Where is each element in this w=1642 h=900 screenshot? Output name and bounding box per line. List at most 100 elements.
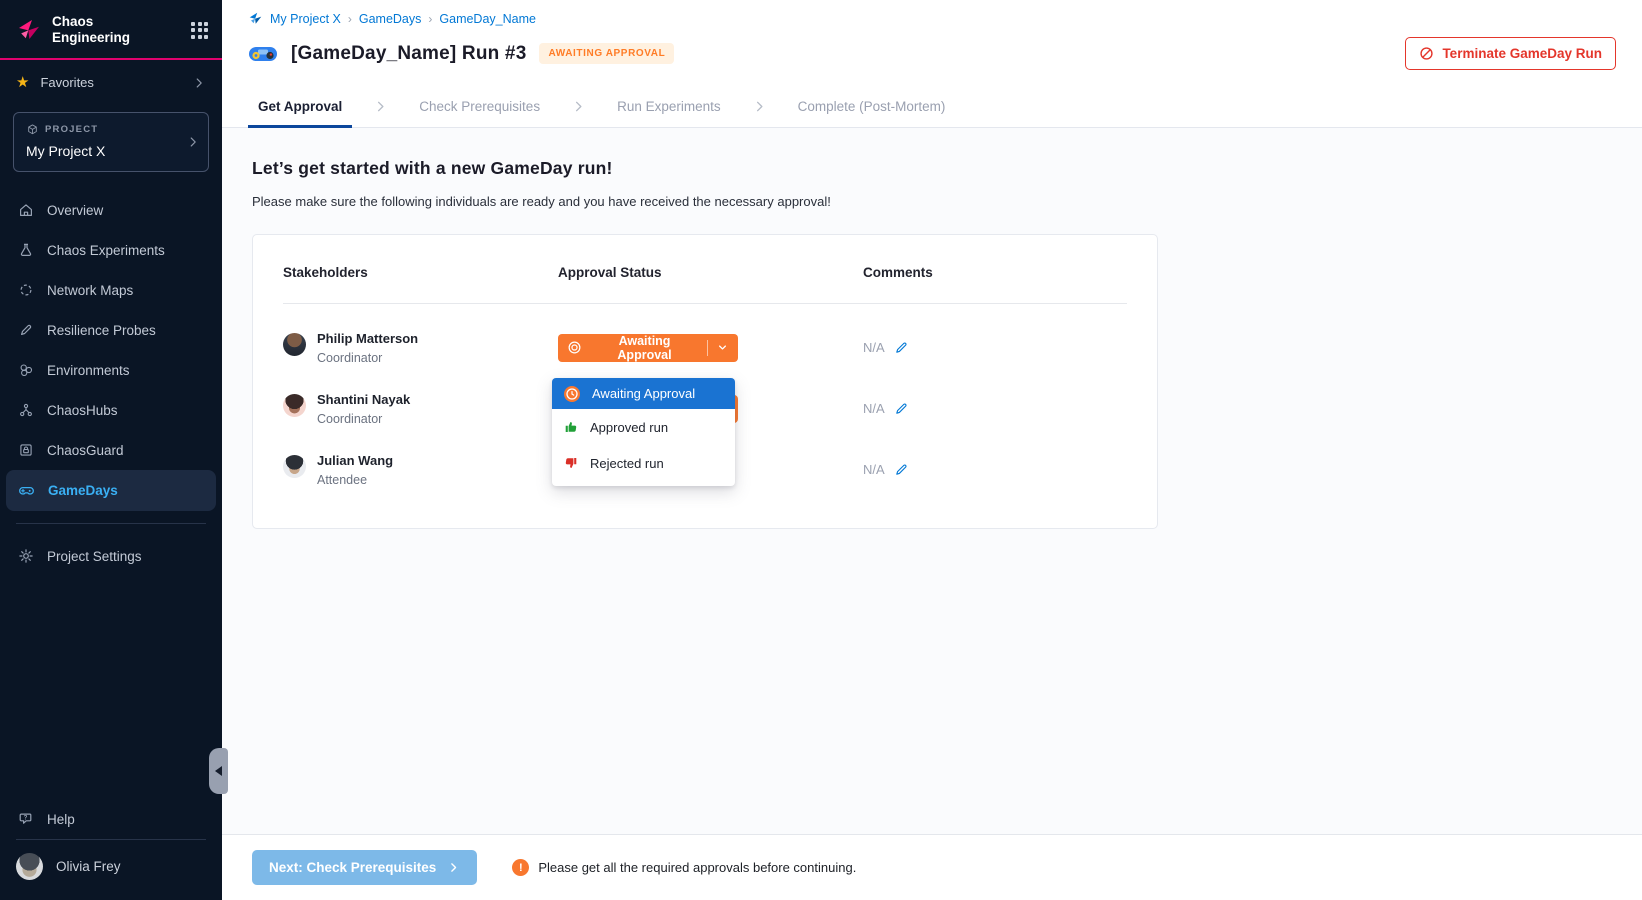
gear-icon	[18, 548, 34, 564]
sidebar-item-environments[interactable]: Environments	[0, 350, 222, 390]
tab-run-experiments[interactable]: Run Experiments	[607, 85, 731, 127]
chaos-logo-small-icon	[248, 11, 263, 26]
approvals-warning: ! Please get all the required approvals …	[512, 859, 856, 876]
app-switcher-grid-icon[interactable]	[191, 22, 208, 39]
collapse-left-icon	[215, 766, 222, 776]
project-name: My Project X	[26, 143, 196, 159]
comment-value: N/A	[863, 462, 885, 477]
terminate-gameday-button[interactable]: Terminate GameDay Run	[1405, 37, 1616, 70]
column-header-approval-status: Approval Status	[558, 265, 863, 280]
probe-icon	[18, 322, 34, 338]
chevron-right-icon	[571, 99, 586, 114]
chevron-right-icon	[192, 76, 206, 90]
sidebar-item-help[interactable]: ? Help	[0, 799, 222, 839]
page-title: [GameDay_Name] Run #3	[291, 43, 526, 65]
chevron-right-icon	[447, 861, 460, 874]
thumbs-up-icon	[563, 419, 579, 435]
approval-status-dropdown-button[interactable]: Awaiting Approval	[558, 334, 738, 362]
awaiting-clock-icon	[567, 340, 582, 355]
page-header: My Project X › GameDays › GameDay_Name […	[222, 0, 1642, 85]
sidebar-item-overview[interactable]: Overview	[0, 190, 222, 230]
divider	[707, 340, 708, 356]
chevron-right-icon: ›	[348, 12, 352, 26]
avatar	[283, 455, 306, 478]
avatar	[283, 333, 306, 356]
divider	[283, 303, 1127, 304]
user-menu[interactable]: Olivia Frey	[0, 840, 222, 900]
home-icon	[18, 202, 34, 218]
flask-icon	[18, 242, 34, 258]
brand-name: Chaos Engineering	[52, 14, 130, 46]
sidebar-collapse-handle[interactable]	[209, 748, 228, 794]
edit-comment-pencil-icon[interactable]	[894, 401, 909, 416]
stakeholder-name: Philip Matterson	[317, 331, 418, 346]
content-subheading: Please make sure the following individua…	[252, 194, 1612, 209]
chevron-right-icon	[186, 135, 200, 149]
stakeholder-role: Attendee	[317, 473, 393, 487]
favorites-label: Favorites	[40, 75, 93, 90]
gamepad-title-icon	[248, 43, 278, 65]
sidebar: Chaos Engineering ★ Favorites PROJECT My…	[0, 0, 222, 900]
chevron-right-icon	[752, 99, 767, 114]
tab-get-approval[interactable]: Get Approval	[248, 85, 352, 127]
stakeholder-name: Shantini Nayak	[317, 392, 410, 407]
main-area: My Project X › GameDays › GameDay_Name […	[222, 0, 1642, 900]
project-label: PROJECT	[45, 124, 98, 135]
svg-text:?: ?	[24, 815, 28, 822]
help-chat-icon: ?	[18, 811, 34, 827]
chevron-right-icon	[373, 99, 388, 114]
sidebar-item-chaoshubs[interactable]: ChaosHubs	[0, 390, 222, 430]
warning-icon: !	[512, 859, 529, 876]
sidebar-item-network-maps[interactable]: Network Maps	[0, 270, 222, 310]
sidebar-item-resilience-probes[interactable]: Resilience Probes	[0, 310, 222, 350]
breadcrumb-gamedays-link[interactable]: GameDays	[359, 12, 422, 26]
status-badge: AWAITING APPROVAL	[539, 43, 674, 64]
stakeholder-role: Coordinator	[317, 412, 410, 426]
stakeholder-role: Coordinator	[317, 351, 418, 365]
sidebar-item-gamedays[interactable]: GameDays	[6, 470, 216, 511]
divider	[16, 523, 206, 524]
sidebar-item-chaos-experiments[interactable]: Chaos Experiments	[0, 230, 222, 270]
warning-text: Please get all the required approvals be…	[538, 860, 856, 875]
sidebar-item-favorites[interactable]: ★ Favorites	[0, 60, 222, 105]
brand: Chaos Engineering	[0, 0, 222, 58]
user-name: Olivia Frey	[56, 859, 121, 874]
network-map-icon	[18, 282, 34, 298]
column-header-stakeholders: Stakeholders	[283, 265, 558, 280]
breadcrumb: My Project X › GameDays › GameDay_Name	[248, 11, 1616, 26]
breadcrumb-gameday-name-link[interactable]: GameDay_Name	[439, 12, 536, 26]
cube-icon	[26, 123, 39, 136]
table-row: Philip Matterson Coordinator Awaiting Ap…	[283, 317, 1127, 378]
chevron-right-icon: ›	[428, 12, 432, 26]
edit-comment-pencil-icon[interactable]	[894, 340, 909, 355]
stakeholder-name: Julian Wang	[317, 453, 393, 468]
chevron-down-icon	[716, 341, 729, 354]
sidebar-item-project-settings[interactable]: Project Settings	[0, 536, 222, 576]
tab-check-prerequisites[interactable]: Check Prerequisites	[409, 85, 550, 127]
comment-value: N/A	[863, 340, 885, 355]
comment-value: N/A	[863, 401, 885, 416]
star-icon: ★	[16, 75, 29, 90]
run-stepper: Get Approval Check Prerequisites Run Exp…	[222, 85, 1642, 128]
content-area: Let’s get started with a new GameDay run…	[222, 128, 1642, 834]
lock-icon	[18, 442, 34, 458]
menu-item-rejected-run[interactable]: Rejected run	[552, 445, 735, 481]
tab-complete-post-mortem[interactable]: Complete (Post-Mortem)	[788, 85, 956, 127]
edit-comment-pencil-icon[interactable]	[894, 462, 909, 477]
column-header-comments: Comments	[863, 265, 1127, 280]
next-check-prerequisites-button[interactable]: Next: Check Prerequisites	[252, 850, 477, 885]
sidebar-item-chaosguard[interactable]: ChaosGuard	[0, 430, 222, 470]
content-heading: Let’s get started with a new GameDay run…	[252, 158, 1612, 179]
gamepad-icon	[18, 482, 35, 499]
awaiting-clock-icon	[563, 385, 581, 403]
menu-item-approved-run[interactable]: Approved run	[552, 409, 735, 445]
breadcrumb-project-link[interactable]: My Project X	[270, 12, 341, 26]
chaos-logo-icon	[16, 17, 42, 43]
environments-icon	[18, 362, 34, 378]
project-selector[interactable]: PROJECT My Project X	[13, 112, 209, 172]
hub-icon	[18, 402, 34, 418]
menu-item-awaiting-approval[interactable]: Awaiting Approval	[552, 378, 735, 409]
sidebar-nav: Overview Chaos Experiments Network Maps …	[0, 190, 222, 511]
thumbs-down-icon	[563, 455, 579, 471]
footer-action-bar: Next: Check Prerequisites ! Please get a…	[222, 834, 1642, 900]
